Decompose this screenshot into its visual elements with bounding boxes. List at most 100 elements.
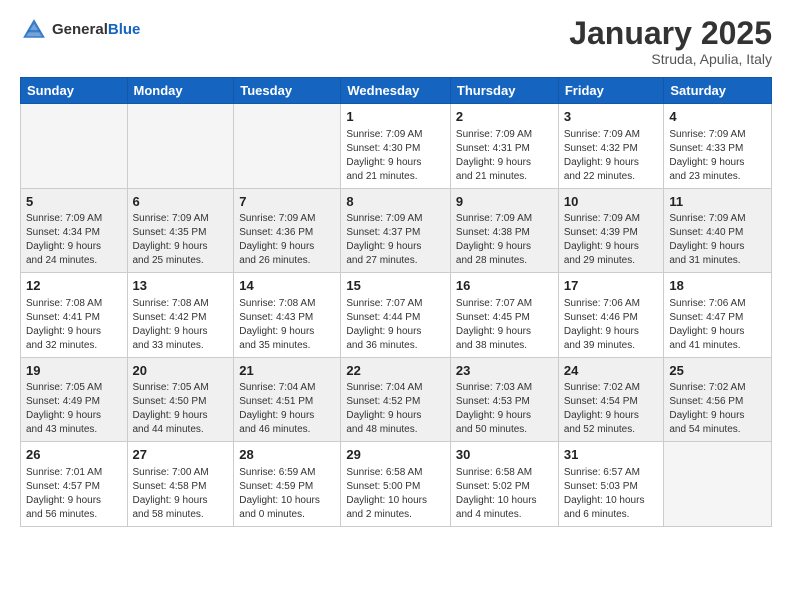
weekday-header-row: SundayMondayTuesdayWednesdayThursdayFrid… [21,78,772,104]
week-row-5: 26 Sunrise: 7:01 AM Sunset: 4:57 PM Dayli… [21,442,772,527]
day-number: 4 [669,108,766,126]
calendar-cell: 27Sunrise: 7:00 AM Sunset: 4:58 PM Dayli… [127,442,234,527]
week-row-3: 12 Sunrise: 7:08 AM Sunset: 4:41 PM Dayli… [21,273,772,358]
logo-blue: Blue [108,21,141,38]
weekday-friday: Friday [558,78,664,104]
calendar-title: January 2025 [569,16,772,51]
calendar-cell: 6Sunrise: 7:09 AM Sunset: 4:35 PM Daylig… [127,188,234,273]
day-number: 5 [26,193,122,211]
day-number: 17 [564,277,659,295]
calendar-cell [664,442,772,527]
calendar-cell: 23Sunrise: 7:03 AM Sunset: 4:53 PM Dayli… [450,357,558,442]
calendar-cell: 4 Sunrise: 7:09 AM Sunset: 4:33 PM Daylig… [664,104,772,189]
day-number: 16 [456,277,553,295]
day-number: 12 [26,277,122,295]
day-number: 14 [239,277,335,295]
day-number: 11 [669,193,766,211]
day-number: 28 [239,446,335,464]
day-number: 30 [456,446,553,464]
calendar-cell: 15 Sunrise: 7:07 AM Sunset: 4:44 PM Dayli… [341,273,451,358]
calendar-cell: 9Sunrise: 7:09 AM Sunset: 4:38 PM Daylig… [450,188,558,273]
calendar-cell: 19Sunrise: 7:05 AM Sunset: 4:49 PM Dayli… [21,357,128,442]
week-row-2: 5Sunrise: 7:09 AM Sunset: 4:34 PM Daylig… [21,188,772,273]
day-info: Sunrise: 7:09 AM Sunset: 4:30 PM Dayligh… [346,128,445,184]
logo-icon [20,16,48,44]
calendar-cell: 30 Sunrise: 6:58 AM Sunset: 5:02 PM Dayli… [450,442,558,527]
calendar-cell: 1 Sunrise: 7:09 AM Sunset: 4:30 PM Daylig… [341,104,451,189]
day-number: 1 [346,108,445,126]
day-number: 31 [564,446,659,464]
day-number: 20 [133,362,229,380]
calendar-cell: 14 Sunrise: 7:08 AM Sunset: 4:43 PM Dayli… [234,273,341,358]
day-info: Sunrise: 7:08 AM Sunset: 4:43 PM Dayligh… [239,297,335,353]
day-info: Sunrise: 7:03 AM Sunset: 4:53 PM Dayligh… [456,381,553,437]
calendar-cell [127,104,234,189]
calendar-cell: 24Sunrise: 7:02 AM Sunset: 4:54 PM Dayli… [558,357,664,442]
day-number: 23 [456,362,553,380]
calendar-cell: 8Sunrise: 7:09 AM Sunset: 4:37 PM Daylig… [341,188,451,273]
calendar-table: SundayMondayTuesdayWednesdayThursdayFrid… [20,77,772,527]
calendar-cell: 28 Sunrise: 6:59 AM Sunset: 4:59 PM Dayli… [234,442,341,527]
day-info: Sunrise: 7:06 AM Sunset: 4:46 PM Dayligh… [564,297,659,353]
day-info: Sunrise: 7:09 AM Sunset: 4:40 PM Dayligh… [669,212,766,268]
calendar-cell: 10Sunrise: 7:09 AM Sunset: 4:39 PM Dayli… [558,188,664,273]
day-info: Sunrise: 7:06 AM Sunset: 4:47 PM Dayligh… [669,297,766,353]
day-info: Sunrise: 7:09 AM Sunset: 4:35 PM Dayligh… [133,212,229,268]
day-info: Sunrise: 7:09 AM Sunset: 4:34 PM Dayligh… [26,212,122,268]
week-row-1: 1 Sunrise: 7:09 AM Sunset: 4:30 PM Daylig… [21,104,772,189]
day-info: Sunrise: 7:09 AM Sunset: 4:36 PM Dayligh… [239,212,335,268]
day-number: 19 [26,362,122,380]
day-info: Sunrise: 7:04 AM Sunset: 4:52 PM Dayligh… [346,381,445,437]
day-info: Sunrise: 7:07 AM Sunset: 4:44 PM Dayligh… [346,297,445,353]
day-info: Sunrise: 7:08 AM Sunset: 4:41 PM Dayligh… [26,297,122,353]
calendar-subtitle: Struda, Apulia, Italy [569,51,772,67]
calendar-cell: 3Sunrise: 7:09 AM Sunset: 4:32 PM Daylig… [558,104,664,189]
calendar-cell: 11Sunrise: 7:09 AM Sunset: 4:40 PM Dayli… [664,188,772,273]
day-info: Sunrise: 6:59 AM Sunset: 4:59 PM Dayligh… [239,466,335,522]
calendar-cell: 26 Sunrise: 7:01 AM Sunset: 4:57 PM Dayli… [21,442,128,527]
calendar-cell: 29Sunrise: 6:58 AM Sunset: 5:00 PM Dayli… [341,442,451,527]
day-number: 26 [26,446,122,464]
calendar-cell: 2 Sunrise: 7:09 AM Sunset: 4:31 PM Daylig… [450,104,558,189]
day-number: 29 [346,446,445,464]
day-number: 8 [346,193,445,211]
day-info: Sunrise: 7:09 AM Sunset: 4:39 PM Dayligh… [564,212,659,268]
day-number: 25 [669,362,766,380]
title-block: January 2025 Struda, Apulia, Italy [569,16,772,67]
day-number: 21 [239,362,335,380]
logo: GeneralBlue [20,16,140,44]
day-number: 15 [346,277,445,295]
weekday-sunday: Sunday [21,78,128,104]
day-info: Sunrise: 6:58 AM Sunset: 5:02 PM Dayligh… [456,466,553,522]
calendar-cell: 13Sunrise: 7:08 AM Sunset: 4:42 PM Dayli… [127,273,234,358]
day-number: 22 [346,362,445,380]
logo-text: GeneralBlue [52,22,140,39]
day-number: 27 [133,446,229,464]
calendar-cell: 18 Sunrise: 7:06 AM Sunset: 4:47 PM Dayli… [664,273,772,358]
weekday-tuesday: Tuesday [234,78,341,104]
day-info: Sunrise: 7:09 AM Sunset: 4:31 PM Dayligh… [456,128,553,184]
day-number: 2 [456,108,553,126]
calendar-cell: 12 Sunrise: 7:08 AM Sunset: 4:41 PM Dayli… [21,273,128,358]
day-info: Sunrise: 7:09 AM Sunset: 4:32 PM Dayligh… [564,128,659,184]
day-number: 10 [564,193,659,211]
weekday-thursday: Thursday [450,78,558,104]
header: GeneralBlue January 2025 Struda, Apulia,… [20,16,772,67]
calendar-cell: 5Sunrise: 7:09 AM Sunset: 4:34 PM Daylig… [21,188,128,273]
calendar-cell: 25Sunrise: 7:02 AM Sunset: 4:56 PM Dayli… [664,357,772,442]
calendar-cell: 22Sunrise: 7:04 AM Sunset: 4:52 PM Dayli… [341,357,451,442]
day-info: Sunrise: 7:05 AM Sunset: 4:50 PM Dayligh… [133,381,229,437]
day-info: Sunrise: 6:57 AM Sunset: 5:03 PM Dayligh… [564,466,659,522]
day-info: Sunrise: 7:02 AM Sunset: 4:56 PM Dayligh… [669,381,766,437]
day-info: Sunrise: 7:09 AM Sunset: 4:33 PM Dayligh… [669,128,766,184]
page: GeneralBlue January 2025 Struda, Apulia,… [0,0,792,543]
day-info: Sunrise: 7:01 AM Sunset: 4:57 PM Dayligh… [26,466,122,522]
day-info: Sunrise: 7:05 AM Sunset: 4:49 PM Dayligh… [26,381,122,437]
weekday-monday: Monday [127,78,234,104]
calendar-cell: 16 Sunrise: 7:07 AM Sunset: 4:45 PM Dayli… [450,273,558,358]
day-info: Sunrise: 7:02 AM Sunset: 4:54 PM Dayligh… [564,381,659,437]
day-info: Sunrise: 7:07 AM Sunset: 4:45 PM Dayligh… [456,297,553,353]
day-info: Sunrise: 7:04 AM Sunset: 4:51 PM Dayligh… [239,381,335,437]
day-number: 18 [669,277,766,295]
calendar-cell [21,104,128,189]
